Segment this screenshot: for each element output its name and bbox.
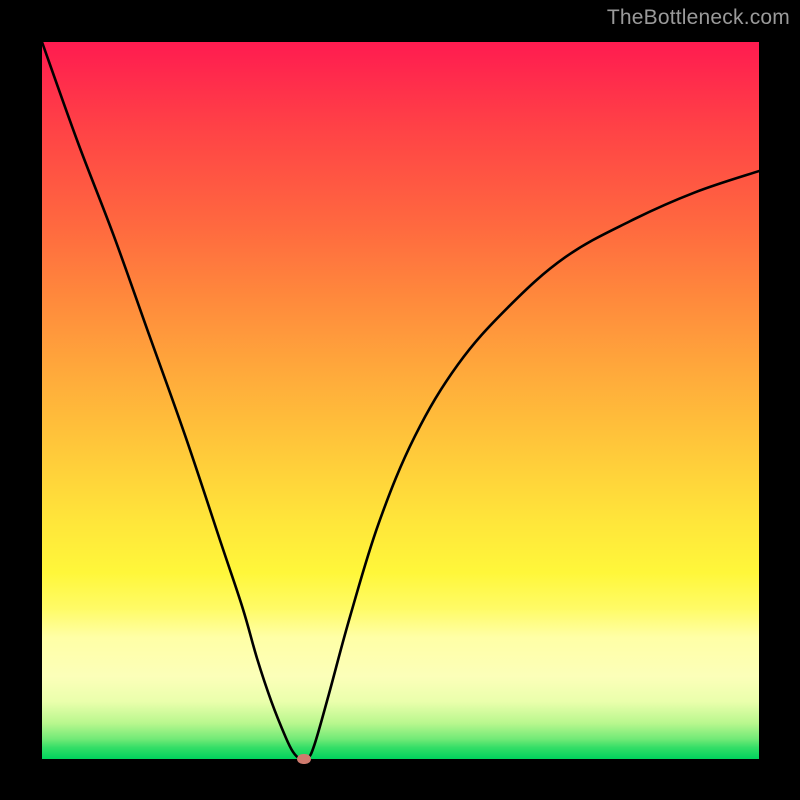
watermark-text: TheBottleneck.com: [607, 6, 790, 30]
chart-stage: TheBottleneck.com: [0, 0, 800, 800]
bottleneck-curve: [42, 42, 759, 759]
optimum-marker: [297, 754, 311, 764]
plot-area: [42, 42, 759, 759]
